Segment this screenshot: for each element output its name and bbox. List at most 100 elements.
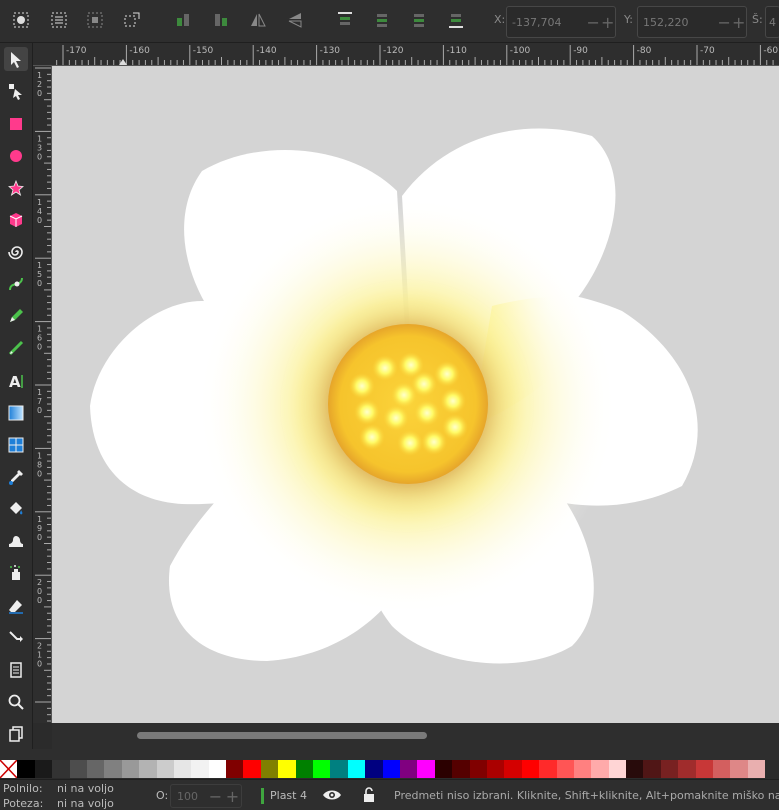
select-all-layers-icon[interactable] (48, 9, 70, 31)
y-field[interactable]: − + (637, 6, 747, 38)
color-swatch[interactable] (573, 760, 592, 778)
deselect-icon[interactable] (121, 9, 143, 31)
color-swatch[interactable] (173, 760, 192, 778)
rotate-cw-icon[interactable] (210, 9, 232, 31)
color-swatch[interactable] (556, 760, 574, 778)
mesh-tool-icon[interactable] (4, 433, 28, 457)
x-field[interactable]: − + (506, 6, 616, 38)
color-swatch[interactable] (278, 760, 296, 778)
color-swatch[interactable] (399, 760, 418, 778)
color-swatch[interactable] (86, 760, 105, 778)
color-swatch[interactable] (660, 760, 679, 778)
color-swatch[interactable] (69, 760, 87, 778)
unlock-icon[interactable] (361, 786, 377, 807)
horizontal-ruler[interactable]: -170 -160 -150 -140 -130 -120 -110 -100 -90 -80 -7… (33, 43, 779, 66)
opacity-field[interactable]: 100 − + (170, 784, 242, 808)
color-swatch[interactable] (626, 760, 644, 778)
y-input[interactable] (638, 14, 717, 30)
flower-drawing[interactable] (52, 66, 779, 723)
color-swatch[interactable] (417, 760, 435, 778)
color-swatch[interactable] (486, 760, 505, 778)
rotate-ccw-icon[interactable] (172, 9, 194, 31)
stroke-value[interactable]: ni na voljo (57, 797, 114, 810)
3d-box-tool-icon[interactable] (4, 208, 28, 232)
color-swatch[interactable] (591, 760, 609, 778)
horizontal-scrollbar[interactable] (52, 723, 779, 749)
color-swatch[interactable] (17, 760, 35, 778)
color-swatch[interactable] (139, 760, 157, 778)
color-swatch[interactable] (713, 760, 731, 778)
color-swatch[interactable] (608, 760, 627, 778)
color-swatch[interactable] (295, 760, 314, 778)
color-swatch[interactable] (226, 760, 244, 778)
bezier-tool-icon[interactable] (4, 272, 28, 296)
minus-icon[interactable]: − (207, 787, 224, 806)
color-swatch[interactable] (469, 760, 487, 778)
color-swatch[interactable] (313, 760, 331, 778)
color-swatch[interactable] (747, 760, 766, 778)
dropper-tool-icon[interactable] (4, 465, 28, 489)
lower-to-bottom-icon[interactable] (445, 9, 467, 31)
color-swatch[interactable] (730, 760, 748, 778)
color-swatch[interactable] (208, 760, 227, 778)
color-swatch[interactable] (330, 760, 348, 778)
color-swatch[interactable] (156, 760, 174, 778)
lower-icon[interactable] (408, 9, 430, 31)
flip-horizontal-icon[interactable] (247, 9, 269, 31)
pencil-tool-icon[interactable] (4, 304, 28, 328)
color-swatch[interactable] (521, 760, 540, 778)
selector-tool-icon[interactable] (4, 47, 28, 71)
canvas[interactable] (52, 66, 779, 723)
gradient-tool-icon[interactable] (4, 401, 28, 425)
pages-tool-icon[interactable] (4, 658, 28, 682)
ellipse-tool-icon[interactable] (4, 144, 28, 168)
raise-icon[interactable] (371, 9, 393, 31)
paint-bucket-tool-icon[interactable] (4, 497, 28, 521)
color-swatch[interactable] (347, 760, 366, 778)
rectangle-tool-icon[interactable] (4, 112, 28, 136)
tweak-tool-icon[interactable] (4, 529, 28, 553)
raise-to-top-icon[interactable] (334, 9, 356, 31)
invert-selection-icon[interactable] (84, 9, 106, 31)
color-swatch[interactable] (678, 760, 696, 778)
color-swatch[interactable] (434, 760, 453, 778)
spray-tool-icon[interactable] (4, 561, 28, 585)
color-swatch[interactable] (34, 760, 53, 778)
select-all-icon[interactable] (10, 9, 32, 31)
minus-icon[interactable]: − (586, 13, 601, 32)
flip-vertical-icon[interactable] (284, 9, 306, 31)
color-swatch[interactable] (643, 760, 661, 778)
calligraphy-tool-icon[interactable] (4, 336, 28, 360)
measure-tool-icon[interactable] (4, 722, 28, 746)
zoom-tool-icon[interactable] (4, 690, 28, 714)
plus-icon[interactable]: + (732, 13, 747, 32)
eye-icon[interactable] (322, 787, 342, 806)
fill-value[interactable]: ni na voljo (57, 782, 114, 795)
color-swatch[interactable] (365, 760, 383, 778)
color-swatch[interactable] (452, 760, 470, 778)
spiral-tool-icon[interactable] (4, 240, 28, 264)
color-swatch[interactable] (504, 760, 522, 778)
color-swatch[interactable] (52, 760, 70, 778)
width-field[interactable]: 4 (765, 6, 779, 38)
color-swatch[interactable] (104, 760, 122, 778)
text-tool-icon[interactable]: A (4, 369, 28, 393)
no-paint-swatch[interactable] (0, 760, 18, 778)
color-swatch[interactable] (539, 760, 557, 778)
color-swatch[interactable] (260, 760, 279, 778)
star-tool-icon[interactable] (4, 176, 28, 200)
color-palette[interactable] (0, 760, 779, 778)
x-input[interactable] (507, 14, 586, 30)
node-tool-icon[interactable] (4, 79, 28, 103)
color-swatch[interactable] (382, 760, 400, 778)
color-swatch[interactable] (121, 760, 140, 778)
minus-icon[interactable]: − (717, 13, 732, 32)
scrollbar-thumb[interactable] (137, 732, 427, 739)
plus-icon[interactable]: + (224, 787, 241, 806)
layer-name[interactable]: Plast 4 (270, 789, 307, 802)
eraser-tool-icon[interactable] (4, 594, 28, 618)
color-swatch[interactable] (695, 760, 714, 778)
color-swatch[interactable] (243, 760, 261, 778)
connector-tool-icon[interactable] (4, 626, 28, 650)
color-swatch[interactable] (191, 760, 209, 778)
